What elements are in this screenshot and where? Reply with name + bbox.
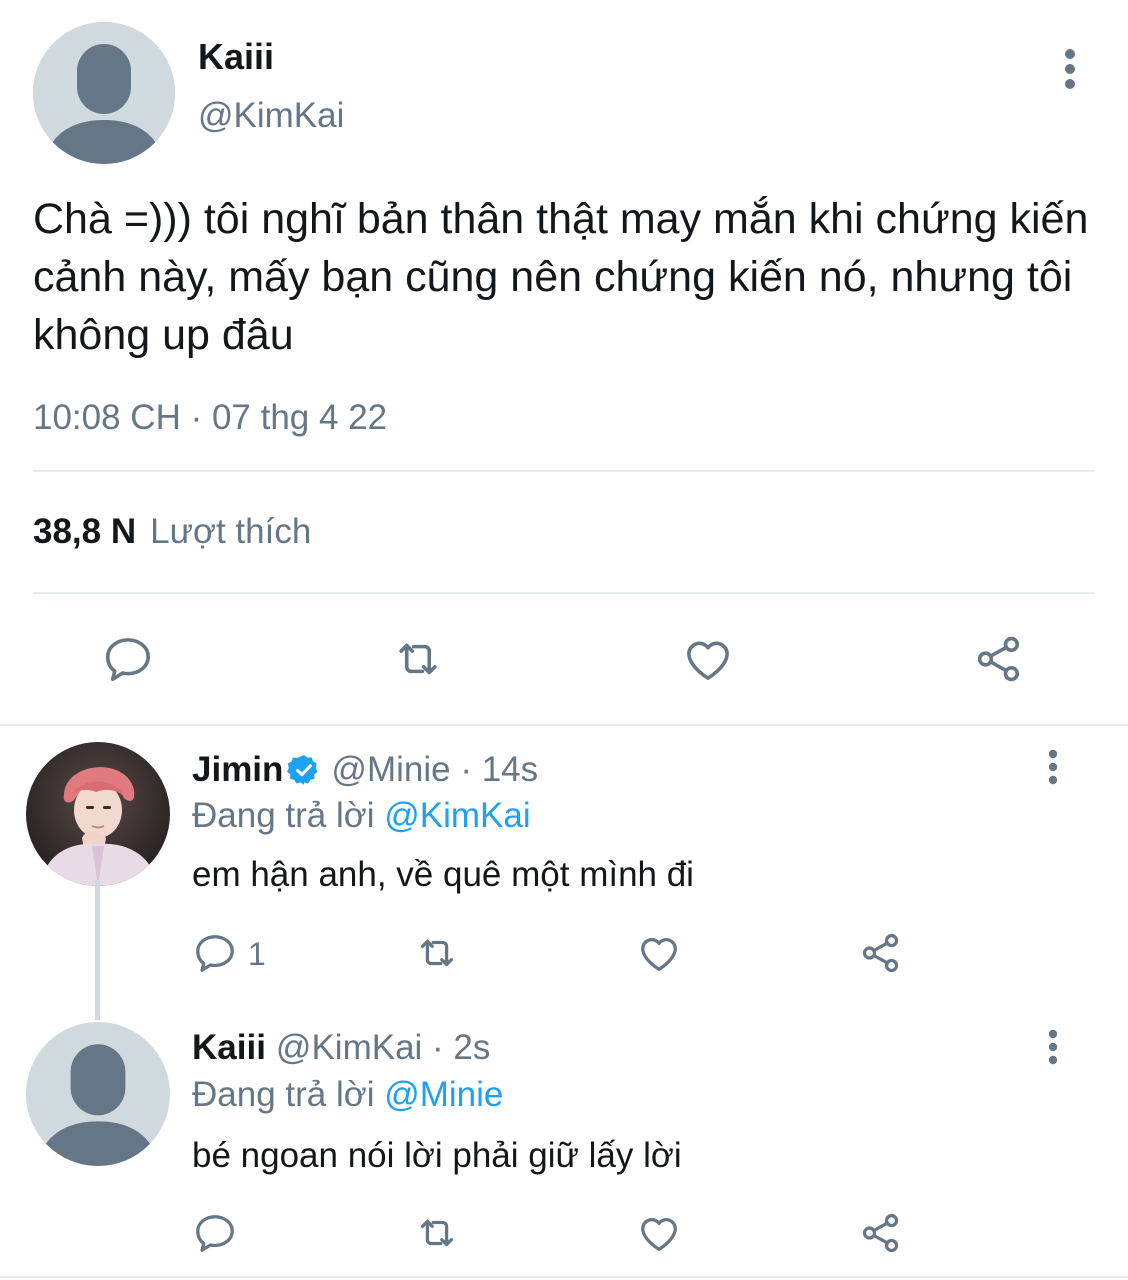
divider [0, 724, 1128, 726]
like-icon[interactable] [636, 1210, 682, 1256]
like-icon[interactable] [636, 930, 682, 976]
likes-summary[interactable]: 38,8 N Lượt thích [33, 512, 311, 552]
divider [0, 1276, 1128, 1278]
reply-count: 1 [248, 936, 266, 972]
reply-header: Kaiii @KimKai · 2s [192, 1028, 490, 1068]
reply-author-name[interactable]: Kaiii [192, 1028, 266, 1068]
more-options-icon[interactable] [1038, 1028, 1068, 1068]
replying-to: Đang trả lời @KimKai [192, 796, 531, 836]
tweet-text: Chà =))) tôi nghĩ bản thân thật may mắn … [33, 195, 1089, 359]
replying-to-mention[interactable]: @KimKai [384, 796, 530, 835]
main-author-name[interactable]: Kaiii [198, 36, 274, 78]
reply-header: Jimin @Minie · 14s [192, 750, 538, 790]
likes-count: 38,8 N [33, 512, 137, 551]
reply-text: bé ngoan nói lời phải giữ lấy lời [192, 1136, 682, 1175]
reply-icon[interactable] [101, 632, 155, 686]
reply-icon[interactable] [192, 930, 238, 976]
likes-label: Lượt thích [150, 512, 312, 551]
divider [33, 470, 1095, 472]
more-options-icon[interactable] [1052, 46, 1088, 94]
tweet-timestamp[interactable]: 10:08 CH · 07 thg 4 22 [33, 398, 387, 438]
divider [33, 592, 1095, 594]
replying-prefix: Đang trả lời [192, 1075, 375, 1114]
reply-author-avatar-photo[interactable] [26, 742, 170, 886]
reply-text: em hận anh, về quê một mình đi [192, 855, 694, 894]
more-options-icon[interactable] [1038, 748, 1068, 788]
main-author-avatar[interactable] [33, 22, 175, 164]
retweet-icon[interactable] [414, 930, 460, 976]
default-avatar-icon [26, 1022, 170, 1166]
share-icon[interactable] [858, 930, 904, 976]
like-icon[interactable] [681, 632, 735, 686]
default-avatar-icon [33, 22, 175, 164]
reply-icon[interactable] [192, 1210, 238, 1256]
reply-author-avatar[interactable] [26, 1022, 170, 1166]
reply-author-name[interactable]: Jimin [192, 750, 283, 790]
reply-author-handle-time[interactable]: @KimKai · 2s [276, 1028, 490, 1068]
verified-badge-icon [287, 753, 321, 787]
retweet-icon[interactable] [391, 632, 445, 686]
photo-avatar [26, 742, 170, 886]
retweet-icon[interactable] [414, 1210, 460, 1256]
replying-to: Đang trả lời @Minie [192, 1075, 503, 1115]
thread-connector-line [95, 880, 100, 1020]
share-icon[interactable] [972, 632, 1026, 686]
replying-to-mention[interactable]: @Minie [384, 1075, 503, 1114]
reply-author-handle-time[interactable]: @Minie · 14s [331, 750, 538, 790]
main-author-handle[interactable]: @KimKai [198, 96, 344, 136]
share-icon[interactable] [858, 1210, 904, 1256]
replying-prefix: Đang trả lời [192, 796, 375, 835]
